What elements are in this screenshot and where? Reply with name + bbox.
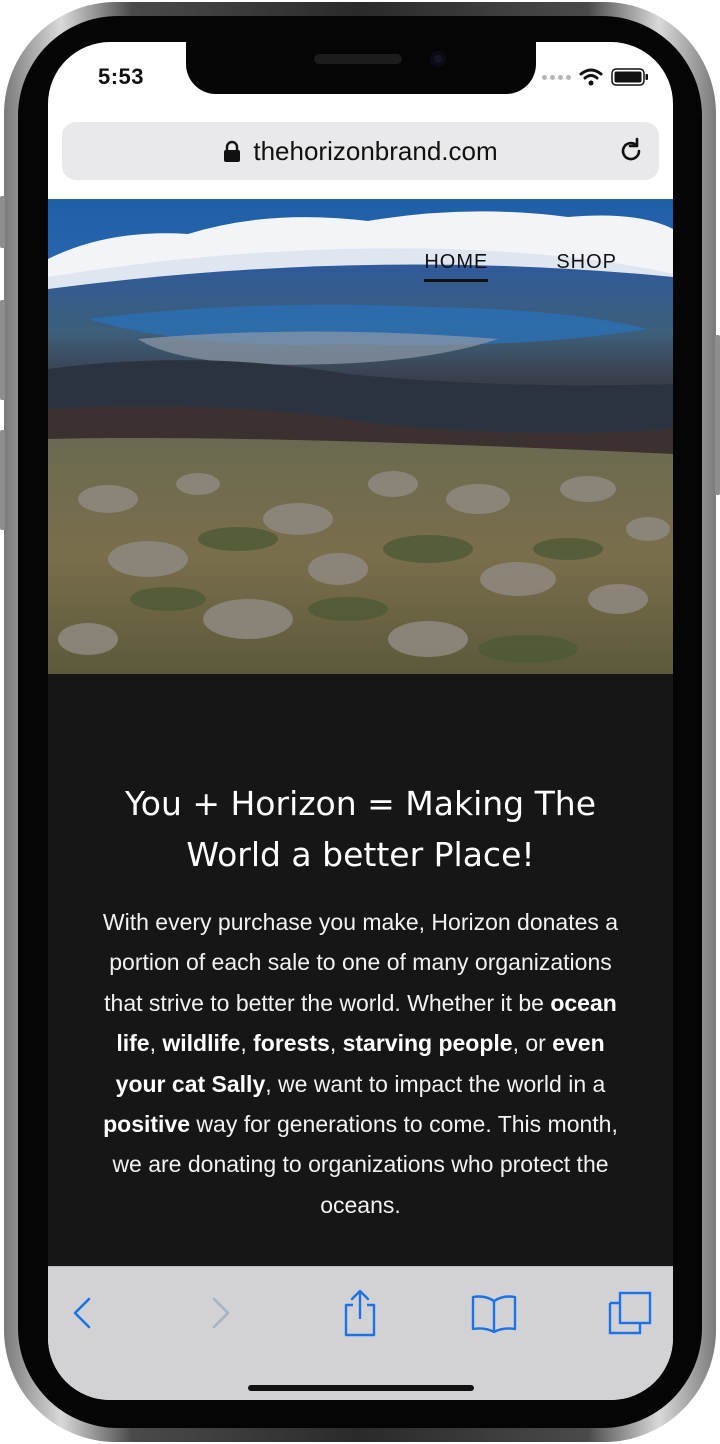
address-bar[interactable]: thehorizonbrand.com xyxy=(62,122,659,180)
status-time: 5:53 xyxy=(98,64,145,89)
body-bold-positive: positive xyxy=(103,1111,191,1138)
volume-down-button xyxy=(0,430,5,530)
back-button[interactable] xyxy=(56,1289,108,1337)
body-text-5: , or xyxy=(512,1030,553,1057)
site-nav: HOME SHOP xyxy=(424,251,617,282)
nav-shop[interactable]: SHOP xyxy=(556,251,617,280)
body-text-6: , we want to impact the world in a xyxy=(265,1070,606,1097)
front-camera xyxy=(430,51,446,67)
reload-icon[interactable] xyxy=(617,137,645,165)
body-text-1: With every purchase you make, Horizon do… xyxy=(102,909,619,1016)
mission-paragraph: With every purchase you make, Horizon do… xyxy=(98,902,623,1225)
home-indicator xyxy=(248,1385,474,1391)
hero-image: HOME SHOP xyxy=(48,199,673,674)
screen: 5:53 thehorizonbrand.com HOME SHOP You +… xyxy=(48,42,673,1400)
body-bold-starving-people: starving people xyxy=(342,1030,513,1057)
speaker xyxy=(314,54,402,64)
battery-icon xyxy=(611,68,648,86)
mission-section: You + Horizon = Making The World a bette… xyxy=(48,674,673,1266)
body-text-4: , xyxy=(329,1030,343,1057)
silent-switch xyxy=(0,196,5,248)
share-button[interactable] xyxy=(334,1289,386,1337)
bookmarks-icon xyxy=(471,1295,517,1333)
lock-icon xyxy=(224,140,241,162)
nav-home[interactable]: HOME xyxy=(424,251,489,282)
signal-icon xyxy=(542,74,571,80)
forward-icon xyxy=(212,1297,230,1329)
status-icons xyxy=(542,68,649,86)
bookmarks-button[interactable] xyxy=(468,1289,520,1337)
notch xyxy=(186,42,536,94)
volume-up-button xyxy=(0,300,5,400)
body-text-3: , xyxy=(240,1030,254,1057)
headline-line-2: World a better Place! xyxy=(186,835,535,874)
headline: You + Horizon = Making The World a bette… xyxy=(88,778,633,880)
url-text: thehorizonbrand.com xyxy=(253,135,498,166)
tabs-button[interactable] xyxy=(604,1289,656,1337)
tabs-icon xyxy=(608,1291,652,1335)
browser-toolbar xyxy=(48,1266,673,1400)
power-button xyxy=(715,335,720,495)
forward-button[interactable] xyxy=(195,1289,247,1337)
share-icon xyxy=(344,1289,376,1337)
wifi-icon xyxy=(579,68,603,86)
back-icon xyxy=(73,1297,91,1329)
body-bold-wildlife: wildlife xyxy=(162,1030,241,1057)
headline-line-1: You + Horizon = Making The xyxy=(124,784,596,823)
body-bold-forests: forests xyxy=(253,1030,330,1057)
body-text-2: , xyxy=(149,1030,163,1057)
